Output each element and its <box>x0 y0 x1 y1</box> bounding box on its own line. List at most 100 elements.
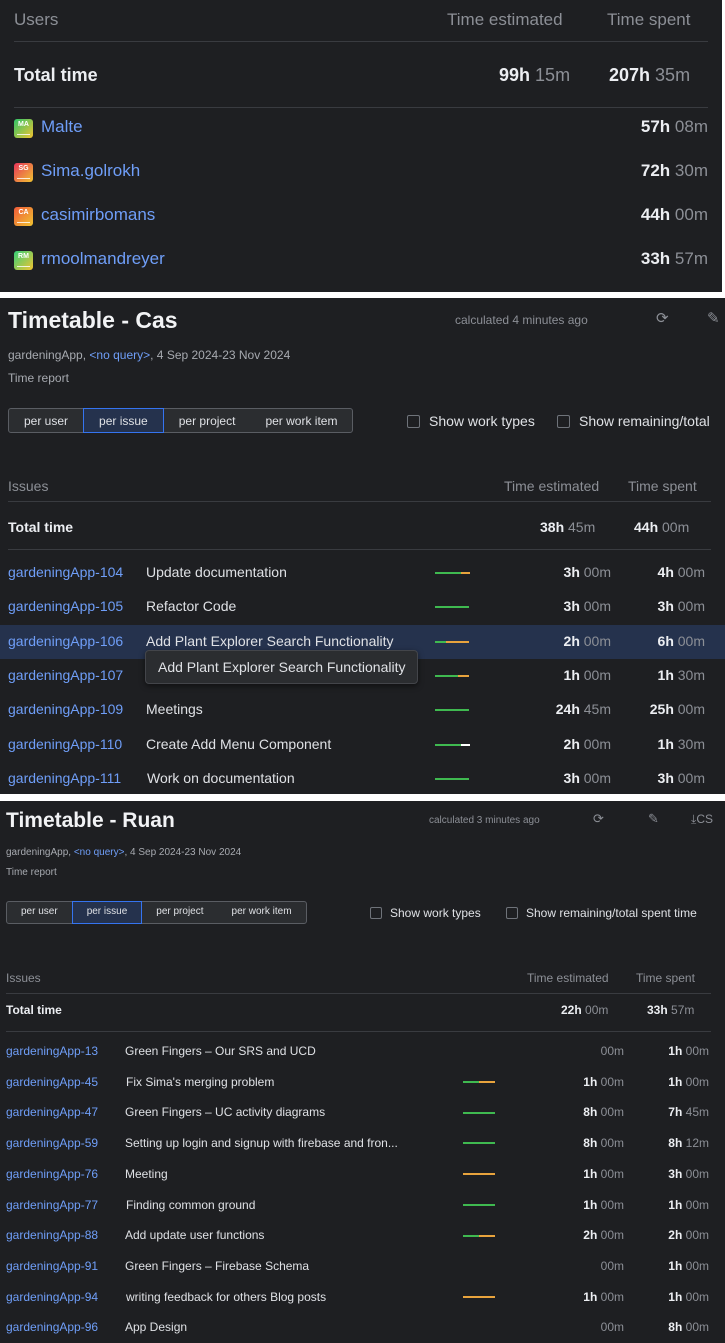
issue-time-spent: 2h 00m <box>668 1228 709 1243</box>
issue-time-spent: 1h 00m <box>668 1289 709 1304</box>
issue-key-link[interactable]: gardeningApp-106 <box>8 633 123 649</box>
total-estimated-value: 38h 45m <box>540 519 596 535</box>
tab-per-issue[interactable]: per issue <box>83 408 164 433</box>
pencil-icon[interactable]: ✎ <box>648 811 659 827</box>
table-row[interactable]: gardeningApp-77 Finding common ground 1h 0… <box>0 1190 725 1221</box>
spent-column-header[interactable]: Time spent <box>636 971 695 985</box>
issue-summary[interactable]: Fix Sima's merging problem <box>126 1075 274 1089</box>
tab-per-project[interactable]: per project <box>164 409 251 432</box>
time-progress-bar <box>435 675 458 678</box>
checkbox-box[interactable] <box>370 907 382 919</box>
estimated-column-header[interactable]: Time estimated <box>504 478 599 494</box>
issue-summary[interactable]: Finding common ground <box>126 1198 255 1212</box>
issue-time-estimated: 1h 00m <box>583 1074 624 1089</box>
user-name-link[interactable]: Malte <box>41 117 83 137</box>
table-row[interactable]: gardeningApp-109 Meetings 24h 45m 25h 00m <box>0 693 725 727</box>
tab-per-work-item[interactable]: per work item <box>218 902 306 923</box>
issue-summary[interactable]: Update documentation <box>146 564 287 580</box>
table-row[interactable]: gardeningApp-110 Create Add Menu Componen… <box>0 728 725 762</box>
issue-summary[interactable]: Add Plant Explorer Search Functionality <box>146 633 393 649</box>
show-remaining-checkbox[interactable]: Show remaining/total <box>557 413 710 429</box>
time-progress-bar <box>463 1295 495 1298</box>
table-row[interactable]: gardeningApp-94 writing feedback for othe… <box>0 1282 725 1313</box>
issue-time-spent: 3h 00m <box>668 1166 709 1181</box>
user-name-link[interactable]: rmoolmandreyer <box>41 249 165 269</box>
issue-summary[interactable]: Green Fingers – Firebase Schema <box>125 1259 309 1273</box>
issue-key-link[interactable]: gardeningApp-88 <box>6 1228 98 1242</box>
refresh-icon[interactable]: ⟳ <box>656 309 669 327</box>
issue-key-link[interactable]: gardeningApp-111 <box>8 770 121 786</box>
refresh-icon[interactable]: ⟳ <box>593 811 604 827</box>
query-link[interactable]: <no query> <box>89 348 150 362</box>
issue-key-link[interactable]: gardeningApp-105 <box>8 598 123 614</box>
tab-per-work-item[interactable]: per work item <box>250 409 352 432</box>
checkbox-box[interactable] <box>506 907 518 919</box>
checkbox-box[interactable] <box>407 414 420 428</box>
issue-summary[interactable]: App Design <box>125 1320 187 1334</box>
time-progress-bar <box>446 640 469 643</box>
estimated-column-header[interactable]: Time estimated <box>447 10 563 30</box>
tab-per-project[interactable]: per project <box>142 902 217 923</box>
tab-per-issue[interactable]: per issue <box>71 901 143 924</box>
table-row[interactable]: gardeningApp-76 Meeting 1h 00m 3h 00m <box>0 1159 725 1190</box>
table-row[interactable]: gardeningApp-111 Work on documentation 3h … <box>0 762 725 794</box>
avatar: MA <box>14 119 33 138</box>
issue-key-link[interactable]: gardeningApp-96 <box>6 1320 98 1334</box>
issue-key-link[interactable]: gardeningApp-77 <box>6 1198 98 1212</box>
issue-key-link[interactable]: gardeningApp-91 <box>6 1259 98 1273</box>
issue-summary[interactable]: Create Add Menu Component <box>146 736 331 752</box>
issue-summary[interactable]: Green Fingers – Our SRS and UCD <box>125 1044 316 1058</box>
issue-summary[interactable]: Work on documentation <box>147 770 295 786</box>
table-row[interactable]: gardeningApp-96 App Design 00m 8h 00m <box>0 1312 725 1343</box>
issue-key-link[interactable]: gardeningApp-94 <box>6 1290 98 1304</box>
table-row[interactable]: gardeningApp-47 Green Fingers – UC activi… <box>0 1097 725 1128</box>
show-work-types-checkbox[interactable]: Show work types <box>370 906 481 920</box>
table-row[interactable]: gardeningApp-13 Green Fingers – Our SRS a… <box>0 1036 725 1067</box>
issues-column-header[interactable]: Issues <box>8 478 48 494</box>
checkbox-box[interactable] <box>557 414 570 428</box>
issue-key-link[interactable]: gardeningApp-47 <box>6 1105 98 1119</box>
issue-summary[interactable]: Setting up login and signup with firebas… <box>125 1136 398 1150</box>
issue-key-link[interactable]: gardeningApp-109 <box>8 701 123 717</box>
table-row[interactable]: gardeningApp-59 Setting up login and sign… <box>0 1128 725 1159</box>
show-work-types-checkbox[interactable]: Show work types <box>407 413 535 429</box>
issue-time-spent: 7h 45m <box>668 1105 709 1120</box>
users-column-header[interactable]: Users <box>14 10 58 30</box>
issue-key-link[interactable]: gardeningApp-104 <box>8 564 123 580</box>
issue-key-link[interactable]: gardeningApp-45 <box>6 1075 98 1089</box>
spent-column-header[interactable]: Time spent <box>607 10 690 30</box>
user-time-spent: 72h 30m <box>640 161 708 180</box>
issue-summary[interactable]: Meetings <box>146 701 203 717</box>
avatar: SG <box>14 163 33 182</box>
table-row[interactable]: gardeningApp-104 Update documentation 3h 0… <box>0 556 725 590</box>
issue-key-link[interactable]: gardeningApp-13 <box>6 1044 98 1058</box>
issue-key-link[interactable]: gardeningApp-107 <box>8 667 123 683</box>
table-row[interactable]: gardeningApp-91 Green Fingers – Firebase … <box>0 1251 725 1282</box>
issue-key-link[interactable]: gardeningApp-59 <box>6 1136 98 1150</box>
issue-key-link[interactable]: gardeningApp-110 <box>8 736 122 752</box>
tab-per-user[interactable]: per user <box>7 902 72 923</box>
table-row[interactable]: gardeningApp-88 Add update user functions… <box>0 1220 725 1251</box>
timetable-ruan-panel: Timetable - Ruan calculated 3 minutes ag… <box>0 801 725 1343</box>
user-name-link[interactable]: casimirbomans <box>41 205 155 225</box>
issue-time-spent: 3h 00m <box>657 598 705 615</box>
tab-per-user[interactable]: per user <box>9 409 83 432</box>
table-row[interactable]: gardeningApp-45 Fix Sima's merging proble… <box>0 1067 725 1098</box>
issue-summary[interactable]: Green Fingers – UC activity diagrams <box>125 1105 325 1119</box>
issues-column-header[interactable]: Issues <box>6 971 41 985</box>
table-row[interactable]: gardeningApp-105 Refactor Code 3h 00m 3h 00… <box>0 590 725 624</box>
issue-summary[interactable]: Meeting <box>125 1167 168 1181</box>
issue-key-link[interactable]: gardeningApp-76 <box>6 1167 98 1181</box>
issue-summary[interactable]: Refactor Code <box>146 598 236 614</box>
spent-column-header[interactable]: Time spent <box>628 478 697 494</box>
query-link[interactable]: <no query> <box>74 847 125 858</box>
user-name-link[interactable]: Sima.golrokh <box>41 161 140 181</box>
time-progress-bar <box>435 572 461 575</box>
show-remaining-checkbox[interactable]: Show remaining/total spent time <box>506 906 697 920</box>
issue-time-estimated: 1h 00m <box>583 1289 624 1304</box>
estimated-column-header[interactable]: Time estimated <box>527 971 609 985</box>
pencil-icon[interactable]: ✎ <box>707 309 720 327</box>
issue-summary[interactable]: Add update user functions <box>125 1228 264 1242</box>
export-button[interactable]: ⤓CS <box>691 812 713 827</box>
issue-summary[interactable]: writing feedback for others Blog posts <box>126 1290 326 1304</box>
